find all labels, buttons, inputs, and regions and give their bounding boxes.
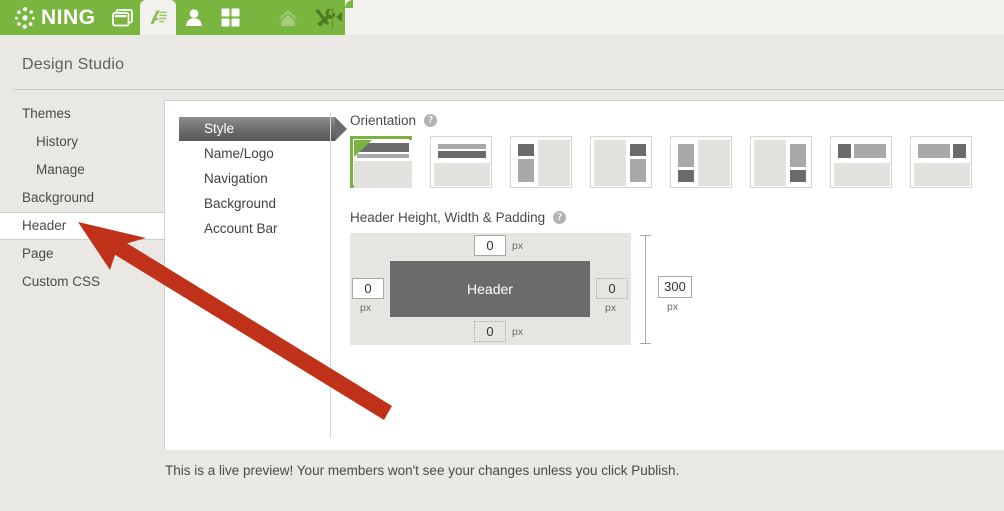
padding-right-unit: px [605,302,617,314]
height-ruler-line [645,235,646,343]
orientation-label-text: Orientation [350,113,417,128]
padding-left-input[interactable]: 0 [352,278,384,299]
page-title: Design Studio [22,56,125,73]
topbar-icon-group [104,0,342,35]
browser-window-icon [111,8,133,27]
tab-navigation[interactable]: Navigation [179,167,329,191]
nav-apps-button[interactable] [212,0,248,35]
sidebar-item-custom-css[interactable]: Custom CSS [0,268,164,296]
padding-bottom-input[interactable]: 0 [474,321,506,342]
top-navigation-bar: NING [0,0,1004,35]
header-height-input[interactable]: 300 [658,276,692,298]
padding-bottom-unit: px [512,326,524,338]
sidebar-item-background[interactable]: Background [0,184,164,212]
sizing-section-label: Header Height, Width & Padding ? [350,210,1004,225]
style-subnav: Style Name/Logo Navigation Background Ac… [179,117,347,242]
live-preview-note: This is a live preview! Your members won… [165,463,680,478]
header-preview-block: Header [390,261,590,317]
question-mark-icon-sizing[interactable]: ? [553,211,567,224]
nav-my-network-button[interactable] [104,0,140,35]
orientation-option-right-column-top[interactable] [590,136,652,188]
height-ruler-cap-top [640,235,651,236]
orientation-section-label: Orientation ? [350,113,1004,128]
orientation-option-stacked-top-inset[interactable] [430,136,492,188]
home-icon [277,8,299,28]
ning-logo[interactable]: NING [12,3,96,32]
padding-top-input[interactable]: 0 [474,235,506,256]
orientation-option-right-column-bottom[interactable] [750,136,812,188]
topbar-collapse-button[interactable] [331,0,345,35]
height-ruler-cap-bottom [640,343,651,344]
header-sizing-widget: Header 0 px 0 px 0 px 0 px 300 px [350,233,692,345]
sidebar: Themes History Manage Background Header … [0,100,164,296]
orientation-option-stacked-top-full[interactable] [350,136,412,188]
title-divider [13,89,1004,90]
sidebar-item-page[interactable]: Page [0,240,164,268]
padding-top-unit: px [512,240,524,252]
padding-box: Header 0 px 0 px 0 px 0 px [350,233,631,345]
person-icon [185,8,203,27]
sidebar-item-history[interactable]: History [0,128,164,156]
padding-left-unit: px [360,302,372,314]
tab-background[interactable]: Background [179,192,329,216]
sidebar-item-header[interactable]: Header [0,212,164,240]
collapse-divider [332,7,333,28]
nav-members-button[interactable] [176,0,212,35]
nav-design-studio-button[interactable] [140,0,176,35]
content-panel: Style Name/Logo Navigation Background Ac… [164,100,1004,450]
orientation-options [350,136,1004,188]
design-studio-page: NING Design Studio Themes History Manage… [0,0,1004,511]
design-studio-icon [146,7,170,29]
question-mark-icon[interactable]: ? [424,114,438,127]
orientation-option-banner-right-logo[interactable] [910,136,972,188]
orientation-option-banner-left-logo[interactable] [830,136,892,188]
tab-name-logo[interactable]: Name/Logo [179,142,329,166]
sidebar-item-themes[interactable]: Themes [0,100,164,128]
sizing-label-text: Header Height, Width & Padding [350,210,546,225]
settings-column: Orientation ? Header Height, Width & Pad… [350,113,1004,345]
nav-home-button[interactable] [270,0,306,35]
orientation-option-left-column-bottom[interactable] [670,136,732,188]
tab-style[interactable]: Style [179,117,347,141]
header-height-unit: px [667,301,679,313]
padding-right-input[interactable]: 0 [596,278,628,299]
grid-icon [221,8,240,27]
tab-account-bar[interactable]: Account Bar [179,217,329,241]
sidebar-item-manage[interactable]: Manage [0,156,164,184]
height-ruler [640,233,652,345]
subnav-divider [330,113,331,438]
ning-dots-icon [12,5,38,31]
orientation-option-left-column-top[interactable] [510,136,572,188]
ning-wordmark: NING [41,5,96,29]
chevron-left-icon [336,12,342,22]
